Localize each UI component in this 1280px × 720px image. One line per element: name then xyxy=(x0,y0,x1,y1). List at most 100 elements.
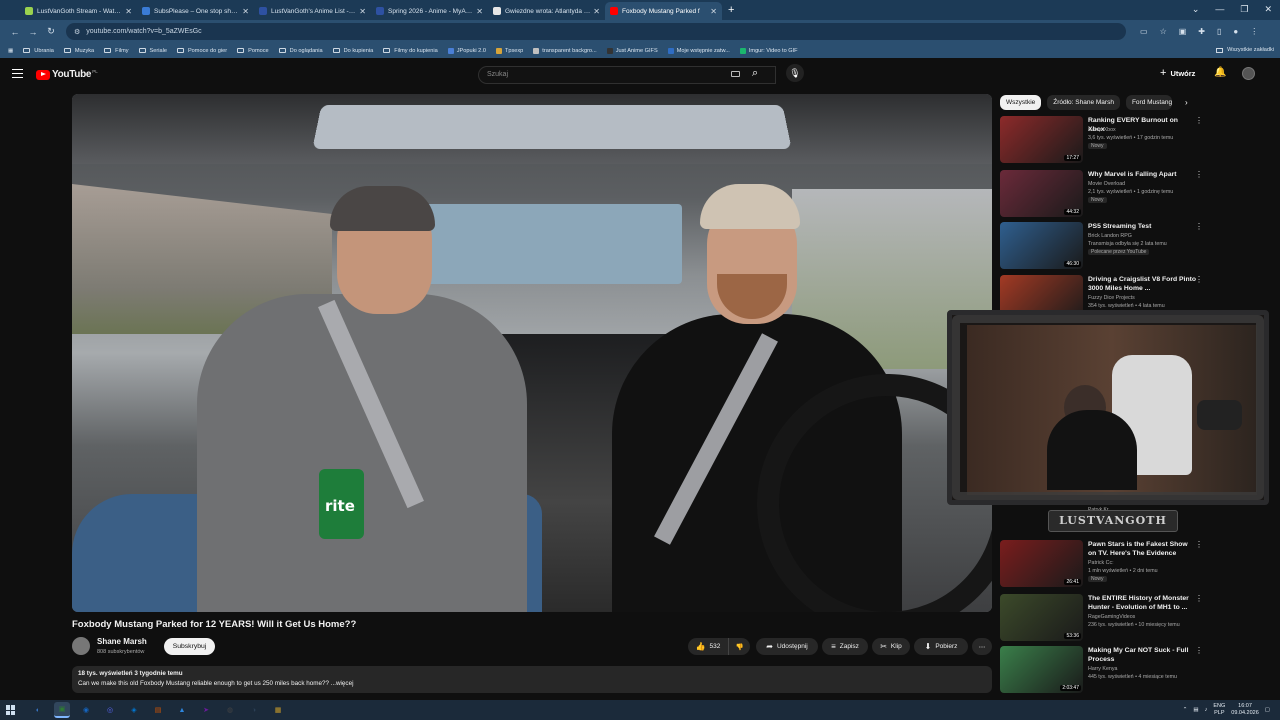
reload-icon[interactable]: ↻ xyxy=(42,26,60,37)
volume-icon[interactable]: ♪ xyxy=(1205,707,1208,713)
recommended-title[interactable]: Pawn Stars is the Fakest Show on TV. Her… xyxy=(1088,540,1196,558)
microphone-icon[interactable]: 🎙 xyxy=(786,64,804,82)
recommended-channel[interactable]: RageGamingVideos xyxy=(1088,614,1135,620)
recommended-channel[interactable]: Harry Kenya xyxy=(1088,666,1117,672)
tab-close-icon[interactable]: ✕ xyxy=(710,7,717,16)
sidebar-icon[interactable]: ▯ xyxy=(1217,27,1221,36)
forward-icon[interactable]: → xyxy=(24,27,42,37)
recommended-video[interactable]: 53:36 The ENTIRE History of Monster Hunte… xyxy=(1000,594,1205,642)
more-actions-button[interactable]: ⋯ xyxy=(972,638,992,655)
notifications-icon[interactable]: ▢ xyxy=(1265,707,1270,713)
more-options-icon[interactable]: ⋮ xyxy=(1195,646,1203,655)
recommended-title[interactable]: PS5 Streaming Test xyxy=(1088,222,1196,231)
taskbar-app-icon[interactable]: ◈ xyxy=(126,702,142,718)
recommended-channel[interactable]: Patrick Cc: xyxy=(1088,560,1114,566)
back-icon[interactable]: ← xyxy=(6,27,24,37)
new-tab-button[interactable]: + xyxy=(728,4,734,16)
bookmark-item[interactable]: Seriale xyxy=(138,48,167,54)
recommended-video[interactable]: 17:27 Ranking EVERY Burnout on Xbox Camp X… xyxy=(1000,116,1205,164)
bookmark-item[interactable]: Pomoce do gier xyxy=(176,48,227,54)
minimize-button[interactable]: — xyxy=(1215,4,1224,15)
browser-tab[interactable]: Spring 2026 - Anime - MyAnim ✕ xyxy=(371,2,488,20)
bookmark-item[interactable]: Imgur: Video to GIF xyxy=(739,47,798,54)
browser-tab[interactable]: LustVanGoth's Anime List - My ✕ xyxy=(254,2,371,20)
video-player[interactable] xyxy=(72,94,992,612)
windows-start-icon[interactable] xyxy=(6,705,16,715)
recommended-title[interactable]: Driving a Craigslist V8 Ford Pinto 3000 … xyxy=(1088,275,1196,293)
recommended-video[interactable]: 44:32 Why Marvel is Falling Apart Movie Ov… xyxy=(1000,170,1205,218)
profile-icon[interactable]: ● xyxy=(1233,27,1238,36)
cast-icon[interactable]: ▭ xyxy=(1140,27,1148,36)
browser-tab[interactable]: LustVanGoth Stream - Watch L ✕ xyxy=(20,2,137,20)
recommended-video[interactable]: 26:41 Pawn Stars is the Fakest Show on TV… xyxy=(1000,540,1205,588)
video-thumbnail[interactable]: 17:27 xyxy=(1000,116,1083,163)
recommended-channel[interactable]: Camp Xbox xyxy=(1088,127,1116,133)
taskbar-app-icon[interactable]: ◐ xyxy=(30,702,46,718)
hamburger-menu-icon[interactable] xyxy=(12,69,23,78)
recommended-title[interactable]: The ENTIRE History of Monster Hunter - E… xyxy=(1088,594,1196,612)
clock[interactable]: 16:07 09.04.2026 xyxy=(1231,703,1259,716)
share-button[interactable]: ➦ Udostępnij xyxy=(756,638,818,655)
more-options-icon[interactable]: ⋮ xyxy=(1195,594,1203,603)
like-button[interactable]: 👍 532 xyxy=(688,638,728,655)
chip-all[interactable]: Wszystkie xyxy=(1000,95,1042,110)
recommended-channel[interactable]: Fuzzy Dice Projects xyxy=(1088,295,1135,301)
subscribe-button[interactable]: Subskrybuj xyxy=(164,638,215,655)
browser-tab[interactable]: Foxbody Mustang Parked f ✕ xyxy=(605,2,722,20)
bookmark-item[interactable]: Do kupienia xyxy=(332,48,373,54)
taskbar-app-icon[interactable]: ◑ xyxy=(246,702,262,718)
youtube-logo[interactable]: YouTube PL xyxy=(36,69,98,80)
bookmark-item[interactable]: Pomoce xyxy=(237,48,269,54)
video-thumbnail[interactable]: 53:36 xyxy=(1000,594,1083,641)
taskbar-app-icon[interactable]: ◎ xyxy=(102,702,118,718)
bookmark-item[interactable]: Do oglądania xyxy=(278,48,323,54)
taskbar-app-icon[interactable]: ◉ xyxy=(78,702,94,718)
chip-ford-mustang[interactable]: Ford Mustang xyxy=(1125,95,1172,110)
taskbar-app-icon[interactable]: ▦ xyxy=(270,702,286,718)
bookmark-item[interactable]: Just Anime GIFS xyxy=(606,47,658,54)
tab-close-icon[interactable]: ✕ xyxy=(359,7,366,16)
bookmark-item[interactable]: transparent backgro... xyxy=(533,47,597,54)
description-box[interactable]: 18 tys. wyświetleń 3 tygodnie temu Can w… xyxy=(72,666,992,693)
more-options-icon[interactable]: ⋮ xyxy=(1195,116,1203,125)
dislike-button[interactable]: 👎 xyxy=(728,638,750,655)
recommended-video[interactable]: 46:30 PS5 Streaming Test Brick Landon RPG T… xyxy=(1000,222,1205,270)
bookmark-item[interactable]: Muzyka xyxy=(63,48,94,54)
extensions-puzzle-icon[interactable]: ✚ xyxy=(1198,27,1205,36)
video-thumbnail[interactable]: 26:41 xyxy=(1000,540,1083,587)
clip-button[interactable]: ✂ Klip xyxy=(872,638,910,655)
bookmark-star-icon[interactable]: ☆ xyxy=(1160,27,1167,36)
browser-tab[interactable]: SubsPlease – One stop shop fo ✕ xyxy=(137,2,254,20)
recommended-video[interactable]: 2:03:47 Making My Car NOT Suck - Full Pro… xyxy=(1000,646,1205,694)
taskbar-app-icon[interactable]: ▲ xyxy=(174,702,190,718)
channel-avatar[interactable] xyxy=(72,637,90,655)
tab-close-icon[interactable]: ✕ xyxy=(476,7,483,16)
more-options-icon[interactable]: ⋮ xyxy=(1195,540,1203,549)
taskbar-app-icon[interactable]: ▤ xyxy=(150,702,166,718)
save-button[interactable]: ≡ Zapisz xyxy=(822,638,868,655)
apps-grid-icon[interactable]: ▦ xyxy=(8,48,13,54)
language-indicator[interactable]: ENG PLP xyxy=(1213,703,1225,716)
url-field[interactable]: ⚙ youtube.com/watch?v=b_5aZWEsGc xyxy=(66,23,1126,40)
bookmark-item[interactable]: Filmy do kupienia xyxy=(383,48,438,54)
tray-overflow-icon[interactable]: ⌃ xyxy=(1183,707,1188,713)
more-options-icon[interactable]: ⋮ xyxy=(1195,275,1203,284)
bookmark-item[interactable]: Ubrania xyxy=(23,48,54,54)
taskbar-app-icon[interactable]: ➤ xyxy=(198,702,214,718)
video-thumbnail[interactable]: 46:30 xyxy=(1000,222,1083,269)
bookmark-item[interactable]: Tpsexp xyxy=(495,47,523,54)
keyboard-icon[interactable] xyxy=(731,71,740,77)
account-avatar[interactable] xyxy=(1242,67,1255,80)
taskbar-app-icon[interactable]: ▣ xyxy=(54,702,70,718)
tab-close-icon[interactable]: ✕ xyxy=(593,7,600,16)
video-thumbnail[interactable]: 44:32 xyxy=(1000,170,1083,217)
close-window-button[interactable]: ✕ xyxy=(1264,4,1272,15)
tab-close-icon[interactable]: ✕ xyxy=(242,7,249,16)
chip-source-channel[interactable]: Źródło: Shane Marsh xyxy=(1047,95,1120,110)
notifications-bell-icon[interactable]: 🔔 xyxy=(1214,67,1226,78)
browser-menu-icon[interactable]: ⋮ xyxy=(1250,27,1258,36)
extension-icon[interactable]: ▣ xyxy=(1179,27,1187,36)
recommended-title[interactable]: Why Marvel is Falling Apart xyxy=(1088,170,1196,179)
site-info-icon[interactable]: ⚙ xyxy=(74,28,80,36)
network-icon[interactable]: ▤ xyxy=(1193,707,1198,713)
